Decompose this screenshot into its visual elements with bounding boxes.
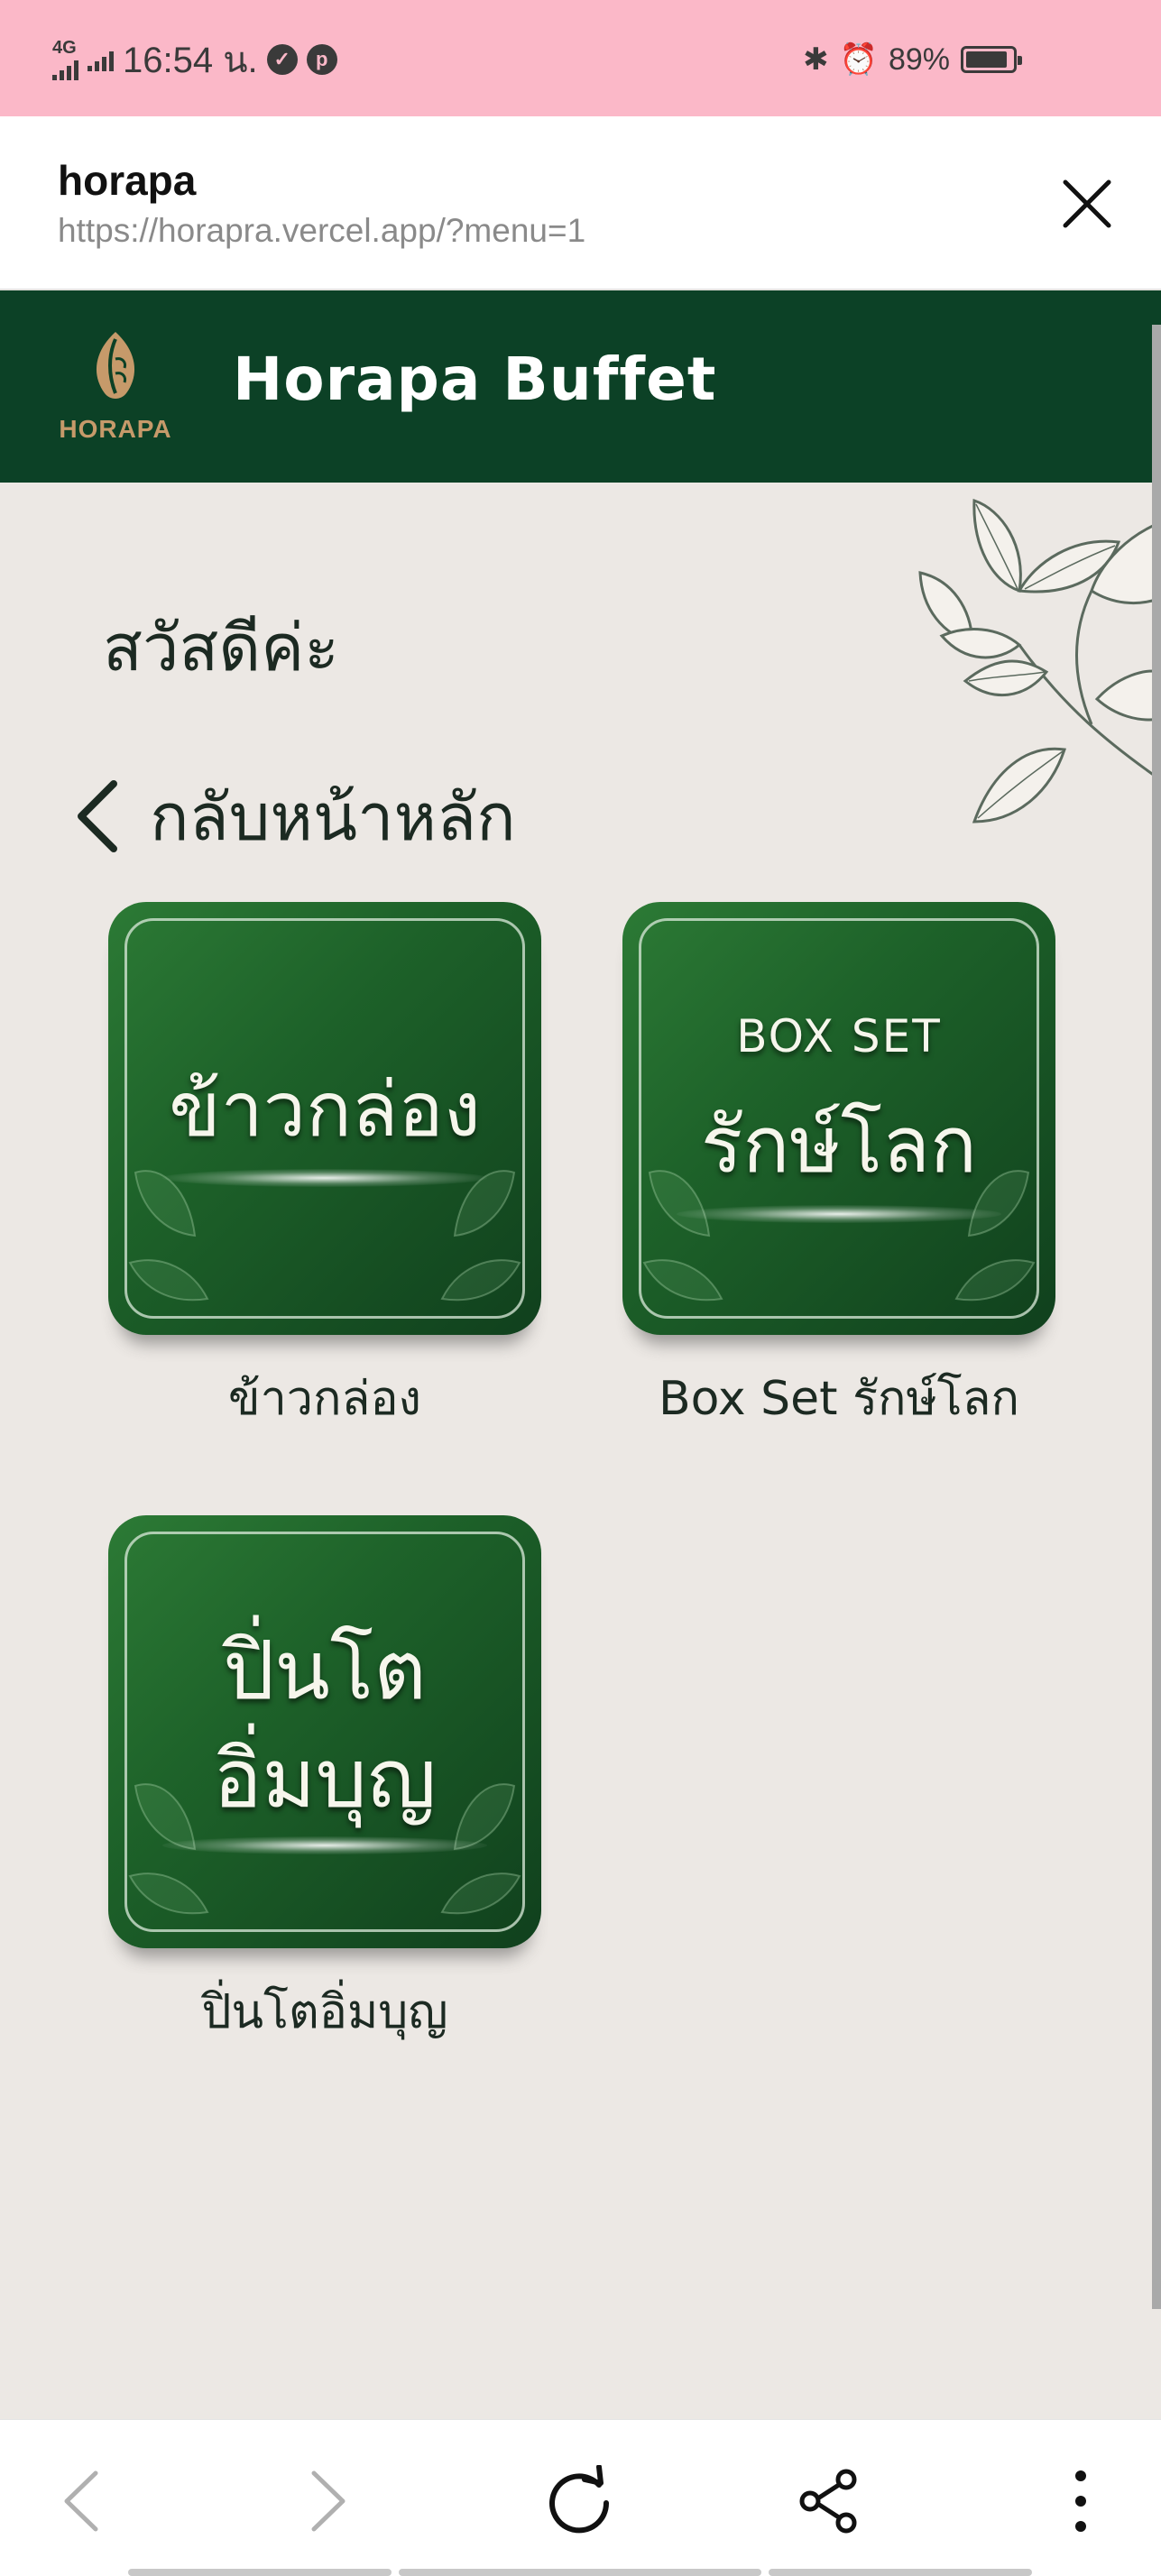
back-to-home-link[interactable]: กลับหน้าหลัก: [74, 771, 516, 861]
signal-icon: [52, 57, 78, 80]
reload-button[interactable]: [534, 2456, 624, 2546]
menu-card-rice-box[interactable]: ข้าวกล่อง ข้าวกล่อง: [108, 902, 541, 1435]
tile-title-line-2: อิ่มบุญ: [213, 1732, 437, 1826]
back-label: กลับหน้าหลัก: [150, 778, 516, 855]
reload-icon: [549, 2465, 610, 2534]
pinterest-icon: p: [306, 44, 337, 75]
bluetooth-icon: ✱: [803, 42, 829, 77]
greeting-text: สวัสดีค่ะ: [103, 610, 339, 685]
battery-percent: 89%: [888, 41, 950, 77]
home-indicator: [769, 2569, 1032, 2576]
clock: 16:54 น.: [123, 41, 258, 80]
menu-card-pinto[interactable]: ปิ่นโต อิ่มบุญ ปิ่นโตอิ่มบุญ: [108, 1515, 541, 2048]
forward-button[interactable]: [283, 2456, 373, 2546]
more-options-button[interactable]: [1036, 2456, 1126, 2546]
home-indicator: [128, 2569, 392, 2576]
battery-icon: [961, 46, 1022, 73]
leaf-logo-icon: [96, 332, 135, 399]
signal-icon-secondary: [88, 48, 114, 71]
share-icon: [799, 2469, 857, 2534]
tile-subtitle: BOX SET: [736, 1010, 942, 1063]
network-indicator: 4G: [52, 39, 78, 80]
leaf-illustration: [918, 498, 1161, 823]
menu-card-label[interactable]: Box Set รักษ์โลก: [622, 1360, 1055, 1435]
more-vertical-icon: [1075, 2470, 1086, 2532]
close-icon: [1063, 179, 1111, 228]
horapa-logo[interactable]: HORAPA: [43, 327, 188, 444]
share-button[interactable]: [783, 2456, 873, 2546]
menu-card-label[interactable]: ปิ่นโตอิ่มบุญ: [108, 1973, 541, 2048]
chevron-right-icon: [311, 2470, 346, 2532]
tile-glow: [677, 1205, 1001, 1223]
home-indicator: [399, 2569, 761, 2576]
url-text[interactable]: https://horapra.vercel.app/?menu=1: [58, 212, 585, 250]
alarm-icon: ⏰: [839, 42, 878, 77]
status-right: ✱ ⏰ 89%: [803, 40, 1022, 79]
chevron-left-icon: [78, 780, 117, 852]
menu-tile[interactable]: ปิ่นโต อิ่มบุญ: [108, 1515, 541, 1948]
network-type: 4G: [52, 38, 77, 58]
chevron-left-icon: [64, 2470, 98, 2532]
page-title: horapa: [58, 157, 197, 204]
site-header: HORAPA Horapa Buffet: [0, 290, 1161, 483]
status-bar: 4G 16:54 น. ✓ p ✱ ⏰ 89%: [0, 0, 1161, 116]
menu-card-label[interactable]: ข้าวกล่อง: [108, 1360, 541, 1435]
close-button[interactable]: [1049, 166, 1125, 242]
tile-glow: [162, 1169, 487, 1187]
menu-card-box-set[interactable]: BOX SET รักษ์โลก Box Set รักษ์โลก: [622, 902, 1055, 1435]
browser-url-bar: horapa https://horapra.vercel.app/?menu=…: [0, 116, 1161, 290]
tile-title: รักษ์โลก: [701, 1100, 977, 1191]
tile-title: ข้าวกล่อง: [169, 1065, 481, 1154]
scrollbar[interactable]: [1152, 325, 1161, 2309]
site-title: Horapa Buffet: [233, 345, 717, 414]
back-button[interactable]: [36, 2456, 126, 2546]
messenger-icon: ✓: [266, 44, 298, 75]
logo-text: HORAPA: [59, 415, 172, 443]
menu-tile[interactable]: BOX SET รักษ์โลก: [622, 902, 1055, 1335]
status-left: 4G 16:54 น. ✓ p: [52, 39, 337, 80]
browser-bottom-nav: [0, 2419, 1161, 2576]
menu-tile[interactable]: ข้าวกล่อง: [108, 902, 541, 1335]
